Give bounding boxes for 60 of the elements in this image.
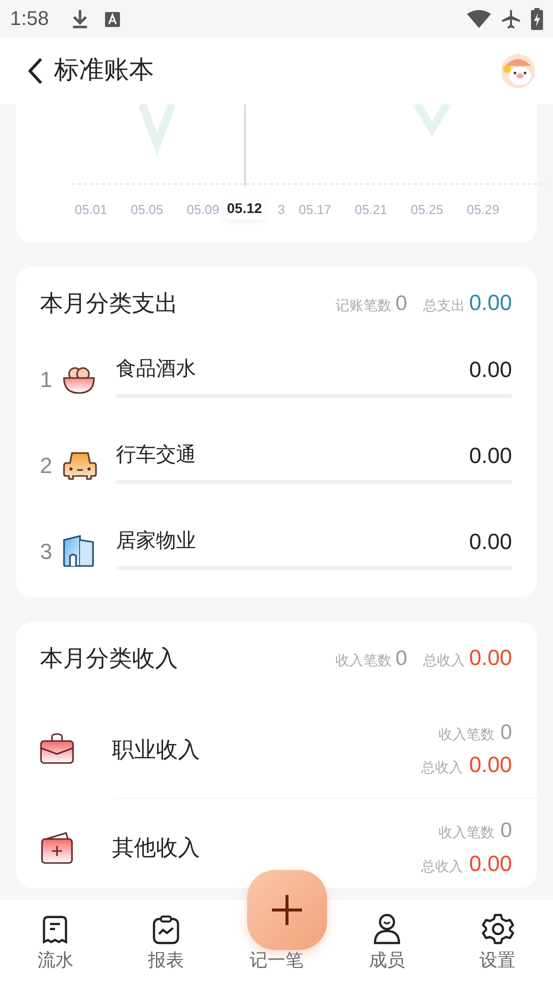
- nav-tab[interactable]: 成员: [332, 900, 442, 984]
- category-name: 行车交通: [116, 443, 196, 468]
- count-value: 0: [500, 720, 512, 746]
- axis-label: 05.05: [130, 201, 164, 219]
- axis-label: 05.01: [74, 201, 108, 219]
- wallet-icon: [40, 830, 74, 864]
- page-title: 标准账本: [54, 55, 154, 86]
- rank-number: 3: [40, 538, 54, 566]
- category-name: 其他收入: [112, 834, 201, 862]
- category-amount: 0.00: [469, 442, 512, 470]
- count-value: 0: [395, 646, 408, 672]
- total-label: 总收入: [421, 758, 464, 778]
- battery-icon: [531, 8, 543, 30]
- airplane-icon: [501, 9, 521, 29]
- download-icon: [70, 9, 89, 29]
- count-value: 0: [500, 818, 512, 844]
- car-icon: [62, 449, 98, 481]
- nav-tab[interactable]: 设置: [442, 900, 553, 984]
- category-amount: 0.00: [469, 528, 512, 556]
- add-record-button[interactable]: [247, 870, 328, 950]
- wifi-icon: [467, 10, 491, 28]
- count-label: 收入笔数: [438, 823, 494, 842]
- plus-icon: [271, 894, 304, 926]
- count-value: 0: [395, 291, 408, 318]
- axis-label: 05.29: [466, 201, 500, 219]
- rank-number: 2: [40, 452, 54, 480]
- axis-label: 05.25: [410, 201, 444, 219]
- category-name: 食品酒水: [116, 357, 196, 382]
- section-title: 本月分类支出: [40, 288, 178, 318]
- settings-icon: [482, 913, 514, 945]
- axis-label: 3: [278, 201, 285, 219]
- total-value: 0.00: [469, 289, 512, 318]
- section-title: 本月分类收入: [40, 644, 178, 673]
- count-label: 收入笔数: [438, 724, 494, 744]
- status-time: 1:58: [10, 7, 49, 32]
- person-icon: [372, 913, 402, 945]
- total-label: 总支出: [423, 296, 466, 316]
- category-amount: 0.00: [469, 356, 512, 384]
- back-icon[interactable]: [26, 57, 44, 85]
- count-label: 收入笔数: [335, 651, 392, 670]
- chart-clipboard-icon: [150, 915, 181, 945]
- nav-tab[interactable]: 报表: [110, 900, 222, 984]
- total-value: 0.00: [469, 751, 512, 780]
- total-value: 0.00: [469, 644, 512, 672]
- total-value: 0.00: [469, 850, 512, 878]
- count-label: 记账笔数: [335, 296, 392, 316]
- category-name: 居家物业: [116, 529, 196, 554]
- axis-label: 05.17: [298, 201, 332, 219]
- category-name: 职业收入: [112, 736, 201, 764]
- axis-label: 05.21: [354, 201, 388, 219]
- text-icon: [104, 12, 120, 26]
- selected-date-label: 05.12: [224, 197, 266, 220]
- rank-number: 1: [40, 366, 54, 394]
- total-label: 总收入: [423, 651, 466, 670]
- nav-label[interactable]: 记一笔: [249, 947, 304, 974]
- axis-label: 05.09: [186, 201, 220, 219]
- total-label: 总收入: [421, 856, 464, 876]
- nav-tab[interactable]: 流水: [0, 900, 111, 984]
- briefcase-icon: [40, 733, 74, 765]
- building-icon: [62, 534, 96, 568]
